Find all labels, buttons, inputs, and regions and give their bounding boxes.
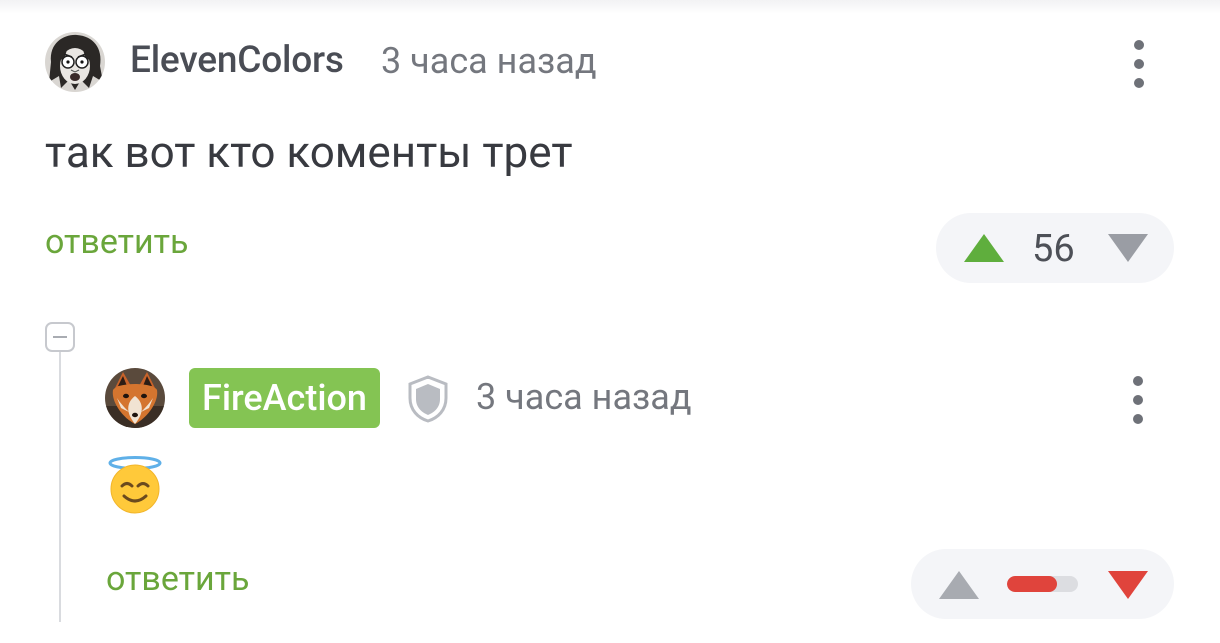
avatar-elevencolors[interactable] (45, 32, 105, 92)
downvote-arrow-icon[interactable] (1108, 571, 1148, 599)
rating-ratio-fill (1007, 576, 1057, 592)
upvote-arrow-icon[interactable] (964, 234, 1004, 262)
top-divider (0, 0, 1220, 14)
upvote-arrow-icon[interactable] (939, 571, 979, 599)
rating-ratio-bar (1007, 576, 1078, 592)
rating-control (911, 549, 1174, 619)
downvote-arrow-icon[interactable] (1108, 234, 1148, 262)
smiling-face-with-halo-icon (107, 456, 163, 514)
reply-timestamp[interactable]: 3 часа назад (476, 376, 692, 418)
shield-icon (404, 374, 452, 424)
rating-count: 56 (1032, 227, 1075, 271)
comment-timestamp[interactable]: 3 часа назад (381, 40, 597, 82)
rating-control: 56 (936, 213, 1174, 283)
collapse-thread-button[interactable] (45, 322, 75, 352)
comment-author[interactable]: ElevenColors (130, 39, 344, 82)
more-options-icon[interactable] (1129, 38, 1149, 90)
comment-text: так вот кто коменты трет (45, 126, 573, 178)
reply-button[interactable]: ответить (45, 222, 188, 262)
reply-button[interactable]: ответить (106, 559, 249, 599)
avatar-fireaction[interactable] (105, 368, 165, 428)
author-badge[interactable]: FireAction (189, 368, 380, 428)
more-options-icon[interactable] (1128, 374, 1148, 426)
thread-line[interactable] (59, 352, 61, 622)
